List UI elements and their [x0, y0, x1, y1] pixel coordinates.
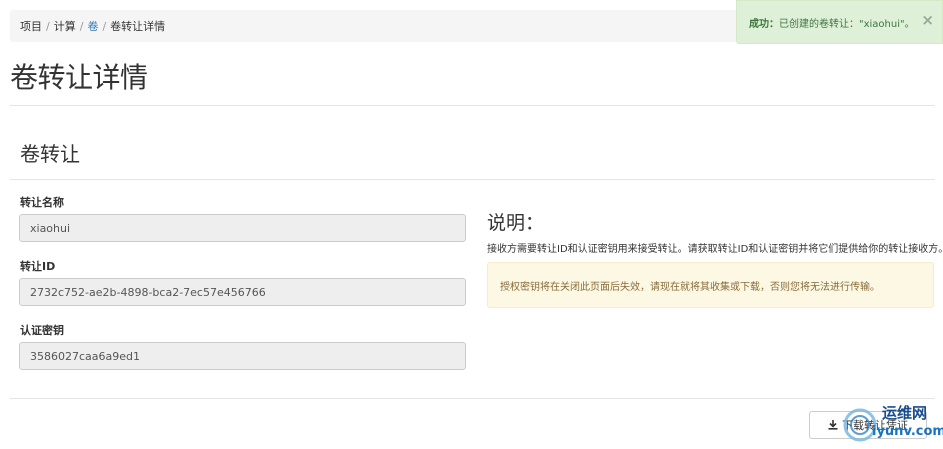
- watermark-text: 运维网: [882, 404, 928, 422]
- divider: [10, 105, 935, 106]
- breadcrumb-separator: /: [79, 19, 84, 33]
- breadcrumb-project[interactable]: 项目: [20, 18, 42, 34]
- modal-title: 卷转让: [20, 142, 80, 166]
- close-icon[interactable]: ×: [921, 11, 934, 29]
- transfer-name-label: 转让名称: [20, 196, 64, 209]
- breadcrumb-current: 卷转让详情: [110, 20, 166, 33]
- watermark-logo: 运维网 iyunv.com: [838, 400, 943, 446]
- breadcrumb-separator: /: [46, 19, 50, 33]
- divider: [10, 179, 935, 180]
- warning-text: 授权密钥将在关闭此页面后失效，请现在就将其收集或下载，否则您将无法进行传输。: [500, 281, 880, 293]
- help-text: 接收方需要转让ID和认证密钥用来接受转让。请获取转让ID和认证密钥并将它们提供给…: [487, 244, 943, 255]
- breadcrumb-compute[interactable]: 计算: [54, 18, 76, 34]
- breadcrumb-separator: /: [102, 19, 107, 33]
- success-alert: 成功： 已创建的卷转让："xiaohui"。 ×: [736, 0, 943, 44]
- auth-key-label: 认证密钥: [20, 324, 64, 337]
- transfer-id-label: 转让ID: [20, 260, 56, 273]
- auth-key-input[interactable]: [19, 342, 466, 370]
- divider: [10, 398, 935, 399]
- alert-message: 已创建的卷转让："xiaohui"。: [779, 18, 915, 30]
- help-title: 说明：: [487, 212, 545, 234]
- alert-prefix: 成功：: [749, 18, 779, 30]
- download-icon: [828, 420, 838, 430]
- watermark-domain: iyunv.com: [872, 424, 943, 439]
- page-title: 卷转让详情: [10, 61, 148, 94]
- transfer-id-input[interactable]: [19, 278, 466, 306]
- transfer-name-input[interactable]: [19, 214, 466, 242]
- warning-alert: 授权密钥将在关闭此页面后失效，请现在就将其收集或下载，否则您将无法进行传输。: [487, 262, 934, 308]
- breadcrumb-volumes-link[interactable]: 卷: [87, 18, 98, 34]
